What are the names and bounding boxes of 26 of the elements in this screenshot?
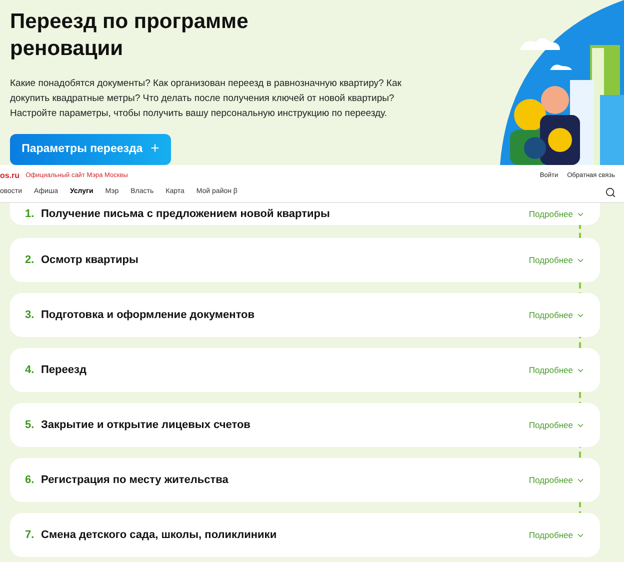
step-card[interactable]: 4. Переезд Подробнее	[10, 348, 600, 392]
step-number: 4.	[25, 362, 36, 378]
step-number: 5.	[25, 418, 36, 433]
step-number: 2.	[25, 252, 36, 268]
step-card[interactable]: 3. Подготовка и оформление документов Подробнее	[10, 293, 600, 337]
step-title: Переезд	[41, 362, 86, 378]
page-title: Переезд по программе реновации	[10, 9, 250, 62]
step-number: 3.	[25, 308, 36, 323]
step-title: Осмотр квартиры	[41, 252, 138, 268]
step-card[interactable]: 7. Смена детского сада, школы, поликлиники Подробнее	[10, 513, 600, 557]
step-number: 1.	[25, 206, 36, 222]
search-icon[interactable]	[605, 186, 616, 198]
move-parameters-button[interactable]: Параметры переезда +	[10, 134, 171, 165]
step-card[interactable]: 2. Осмотр квартиры Подробнее	[10, 238, 600, 282]
step-title: Регистрация по месту жительства	[41, 472, 228, 488]
site-logo[interactable]: os.ru	[0, 170, 20, 182]
step-number: 6.	[25, 472, 36, 488]
step-title: Смена детского сада, школы, поликлиники	[41, 528, 277, 543]
step-card[interactable]: 1. Получение письма с предложением новой квартиры Подробнее	[10, 203, 600, 225]
step-number: 7.	[25, 528, 36, 543]
step-card[interactable]: 5. Закрытие и открытие лицевых счетов Подробнее	[10, 403, 600, 447]
step-card[interactable]: 6. Регистрация по месту жительства Подробнее	[10, 458, 600, 502]
step-title: Закрытие и открытие лицевых счетов	[41, 418, 250, 433]
step-title: Подготовка и оформление документов	[41, 308, 255, 323]
step-title: Получение письма с предложением новой квартиры	[41, 206, 330, 222]
page-description: Какие понадобятся документы? Как организован переезд в равнозначную квартиру? Как докупить квадратные метры? Что делать после получения ключей от новой квартиры? Настройте параметры, чтобы получить вашу персональную инструкцию по переезду.	[10, 77, 402, 121]
